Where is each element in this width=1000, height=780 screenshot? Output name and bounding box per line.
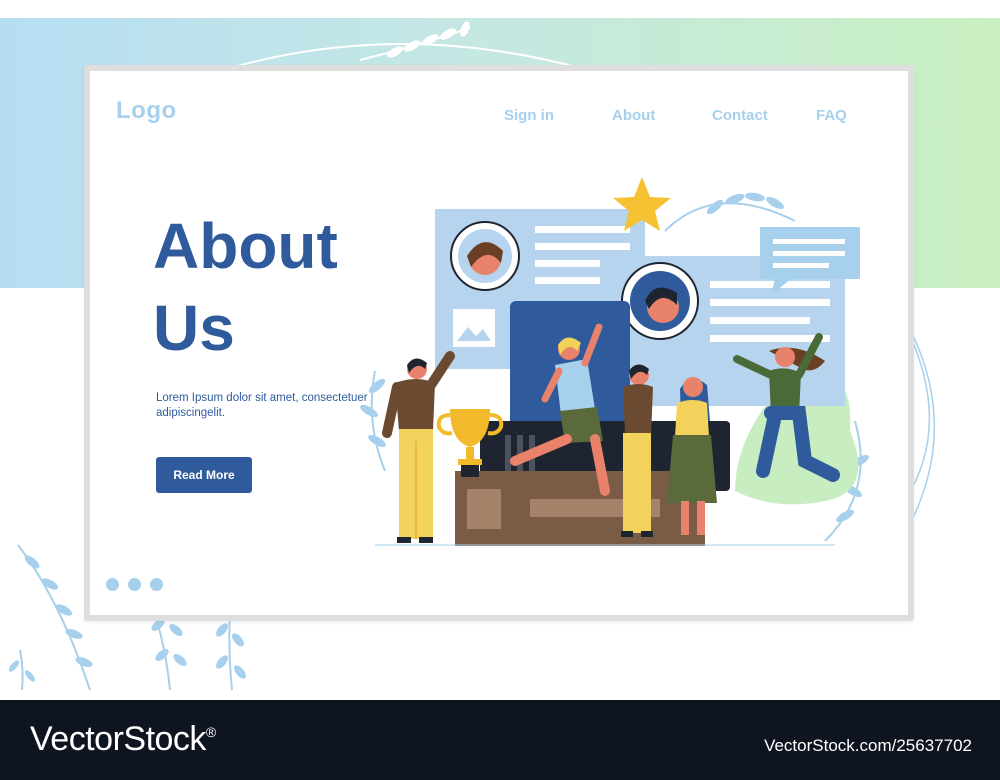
carousel-dot-2[interactable] [128, 578, 141, 591]
landing-page-window: Logo Sign in About Contact FAQ About Us … [84, 65, 914, 621]
carousel-dots [106, 578, 163, 591]
team-celebration-illustration [360, 177, 869, 546]
watermark-brand-name: VectorStock [30, 720, 206, 758]
watermark-brand-logo: VectorStock® [30, 720, 216, 759]
carousel-dot-3[interactable] [150, 578, 163, 591]
image-placeholder-icon [453, 309, 495, 347]
top-leaves [386, 21, 470, 58]
read-more-button[interactable]: Read More [156, 457, 252, 493]
watermark-image-id: VectorStock.com/25637702 [764, 736, 972, 755]
page-title-line-1: About [153, 210, 338, 282]
watermark-bar: VectorStock® VectorStock.com/25637702 [0, 700, 1000, 780]
page-title-line-2: Us [153, 292, 235, 364]
carousel-dot-1[interactable] [106, 578, 119, 591]
nav-sign-in[interactable]: Sign in [504, 107, 554, 124]
registered-mark: ® [205, 724, 216, 740]
nav-faq[interactable]: FAQ [816, 107, 847, 124]
nav-contact[interactable]: Contact [712, 107, 768, 124]
person-man-pointing-icon [382, 351, 455, 543]
logo[interactable]: Logo [116, 97, 177, 125]
nav-about[interactable]: About [612, 107, 655, 124]
person-man-handshake-icon [621, 364, 653, 537]
